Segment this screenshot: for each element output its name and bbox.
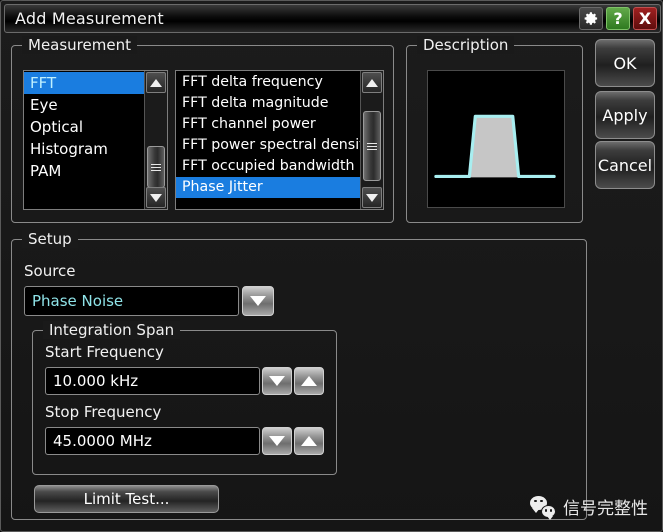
- source-label: Source: [24, 262, 76, 280]
- page-title: Add Measurement: [15, 9, 164, 28]
- scrollbar-thumb[interactable]: [363, 111, 381, 181]
- limit-test-button-label: Limit Test...: [84, 490, 170, 508]
- wechat-icon: [530, 496, 556, 518]
- gear-icon: [584, 11, 599, 26]
- decrement-start-frequency-icon[interactable]: [262, 367, 292, 395]
- title-bar: Add Measurement ? X: [4, 4, 661, 33]
- list-item[interactable]: Eye: [24, 94, 144, 116]
- title-bar-buttons: ? X: [579, 7, 657, 30]
- source-value[interactable]: Phase Noise: [24, 286, 239, 316]
- list-item[interactable]: Phase Jitter: [176, 177, 360, 198]
- close-x-icon: X: [639, 11, 651, 27]
- limit-test-button[interactable]: Limit Test...: [34, 485, 219, 513]
- description-preview: [427, 70, 565, 208]
- scroll-up-icon[interactable]: [146, 72, 166, 93]
- measurement-category-list[interactable]: FFT Eye Optical Histogram PAM: [23, 70, 168, 210]
- list-item[interactable]: FFT delta magnitude: [176, 93, 360, 114]
- measurement-type-list[interactable]: FFT delta frequency FFT delta magnitude …: [175, 70, 384, 210]
- list-item[interactable]: FFT: [24, 72, 144, 94]
- scroll-down-icon[interactable]: [146, 187, 166, 208]
- question-mark-icon: ?: [613, 11, 622, 27]
- measurement-group-label: Measurement: [22, 36, 137, 54]
- chevron-down-icon[interactable]: [242, 286, 274, 316]
- description-group-label: Description: [417, 36, 514, 54]
- description-group: Description: [406, 45, 583, 223]
- list-item[interactable]: FFT delta frequency: [176, 72, 360, 93]
- list-item[interactable]: PAM: [24, 160, 144, 182]
- list-item[interactable]: FFT occupied bandwidth: [176, 156, 360, 177]
- apply-button[interactable]: Apply: [595, 91, 655, 139]
- cancel-button-label: Cancel: [598, 156, 652, 175]
- measurement-list-items: FFT delta frequency FFT delta magnitude …: [176, 71, 360, 209]
- increment-start-frequency-icon[interactable]: [294, 367, 324, 395]
- setup-group-label: Setup: [22, 230, 78, 248]
- list-item[interactable]: FFT power spectral density: [176, 135, 360, 156]
- list-item[interactable]: Histogram: [24, 138, 144, 160]
- list-item[interactable]: Optical: [24, 116, 144, 138]
- start-frequency-input[interactable]: 10.000 kHz: [45, 367, 260, 395]
- list-item[interactable]: FFT channel power: [176, 114, 360, 135]
- stop-frequency-stepper[interactable]: 45.0000 MHz: [45, 427, 324, 455]
- start-frequency-label: Start Frequency: [45, 343, 164, 361]
- watermark: 信号完整性: [530, 494, 648, 519]
- integration-span-label: Integration Span: [43, 321, 180, 339]
- watermark-text: 信号完整性: [563, 494, 648, 519]
- close-button[interactable]: X: [633, 7, 657, 30]
- integration-span-group: Integration Span Start Frequency 10.000 …: [32, 330, 337, 475]
- scroll-down-icon[interactable]: [362, 187, 382, 208]
- scrollbar-thumb[interactable]: [147, 146, 165, 188]
- ok-button[interactable]: OK: [595, 39, 655, 87]
- add-measurement-dialog: Add Measurement ? X Measurement: [0, 0, 663, 532]
- setup-group: Setup Source Phase Noise Integration Spa…: [11, 239, 587, 520]
- cancel-button[interactable]: Cancel: [595, 141, 655, 189]
- start-frequency-stepper[interactable]: 10.000 kHz: [45, 367, 324, 395]
- help-button[interactable]: ?: [606, 7, 630, 30]
- stop-frequency-label: Stop Frequency: [45, 403, 161, 421]
- measurement-group: Measurement FFT Eye Optical Histogram PA…: [11, 45, 394, 223]
- measurement-list-scrollbar[interactable]: [360, 71, 383, 209]
- scroll-up-icon[interactable]: [362, 72, 382, 93]
- stop-frequency-input[interactable]: 45.0000 MHz: [45, 427, 260, 455]
- ok-button-label: OK: [613, 54, 636, 73]
- category-list-items: FFT Eye Optical Histogram PAM: [24, 71, 144, 209]
- decrement-stop-frequency-icon[interactable]: [262, 427, 292, 455]
- settings-button[interactable]: [579, 7, 603, 30]
- increment-stop-frequency-icon[interactable]: [294, 427, 324, 455]
- source-dropdown[interactable]: Phase Noise: [24, 286, 274, 316]
- apply-button-label: Apply: [602, 106, 647, 125]
- category-list-scrollbar[interactable]: [144, 71, 167, 209]
